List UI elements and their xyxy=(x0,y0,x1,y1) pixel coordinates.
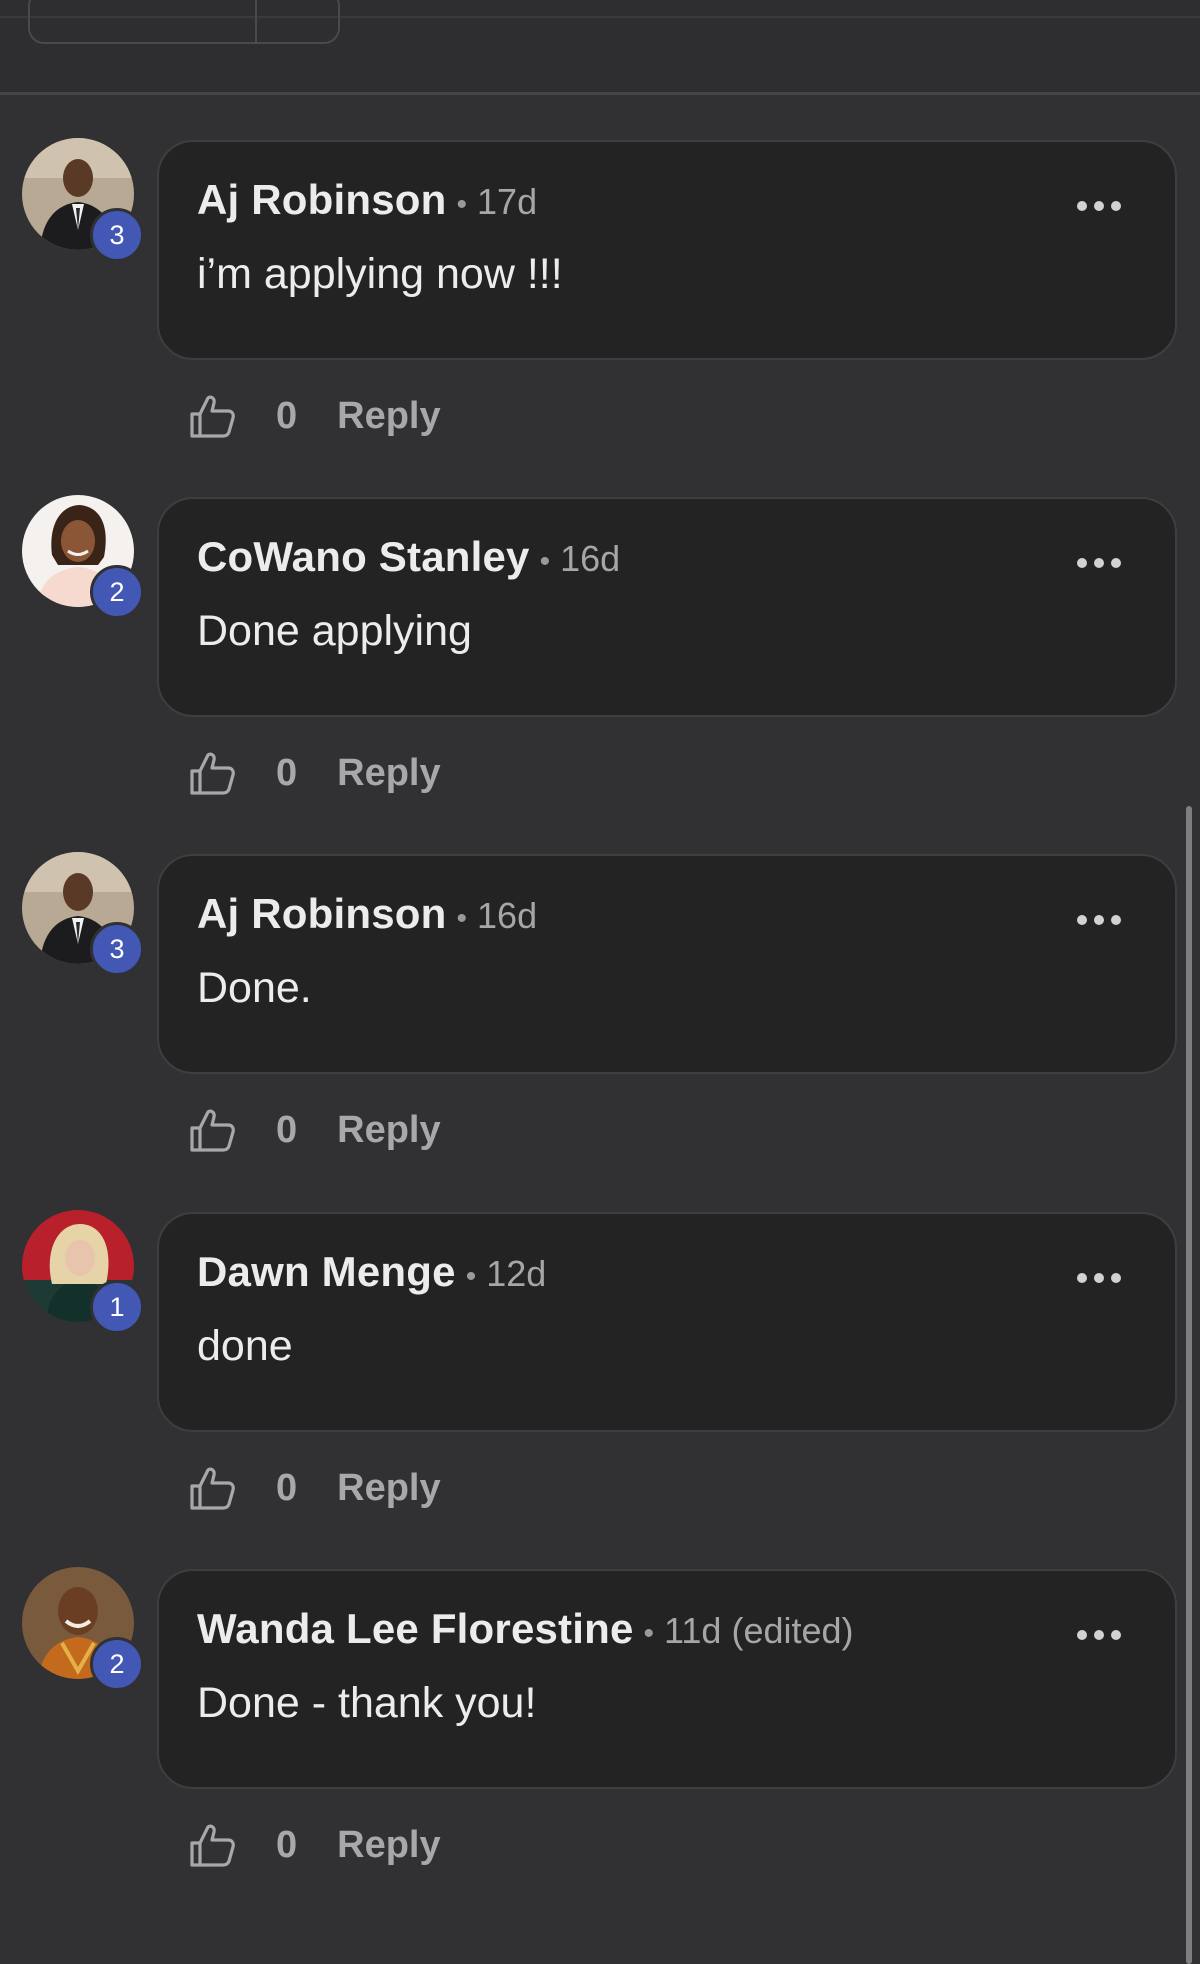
segmented-control[interactable] xyxy=(28,0,340,44)
comment-text: done xyxy=(197,1322,293,1370)
timestamp: 16d xyxy=(477,895,538,936)
reply-button[interactable]: Reply xyxy=(337,1467,440,1510)
like-count: 0 xyxy=(276,1108,298,1151)
comment-actions: 0 Reply xyxy=(186,1458,441,1518)
thumbs-up-icon[interactable] xyxy=(186,1104,238,1156)
comment-actions: 0 Reply xyxy=(186,1815,441,1875)
comment-header: Aj Robinson • 16d xyxy=(197,890,537,938)
user-level-badge: 3 xyxy=(90,208,144,262)
thumbs-up-icon[interactable] xyxy=(186,747,238,799)
comment-bubble: CoWano Stanley • 16d Done applying xyxy=(157,497,1177,717)
separator-dot: • xyxy=(456,188,468,221)
author-name[interactable]: Dawn Menge xyxy=(197,1248,456,1296)
comment-bubble: Dawn Menge • 12d done xyxy=(157,1212,1177,1432)
comment-bubble: Aj Robinson • 16d Done. xyxy=(157,854,1177,1074)
timestamp: 11d xyxy=(664,1610,722,1651)
reply-button[interactable]: Reply xyxy=(337,1109,440,1152)
comment-item: 3 Aj Robinson • 16d Done. 0 Reply xyxy=(0,852,1200,1209)
comment-header: CoWano Stanley • 16d xyxy=(197,533,620,581)
comment-text: Done. xyxy=(197,964,312,1012)
reply-button[interactable]: Reply xyxy=(337,395,440,438)
more-options-icon[interactable] xyxy=(1077,912,1121,928)
timestamp: 17d xyxy=(477,181,538,222)
top-toolbar xyxy=(0,0,1200,95)
timestamp: 16d xyxy=(560,538,621,579)
reply-button[interactable]: Reply xyxy=(337,1824,440,1867)
user-level-badge: 3 xyxy=(90,922,144,976)
author-name[interactable]: CoWano Stanley xyxy=(197,533,530,581)
more-options-icon[interactable] xyxy=(1077,1627,1121,1643)
author-name[interactable]: Wanda Lee Florestine xyxy=(197,1605,634,1653)
like-count: 0 xyxy=(276,1466,298,1509)
separator-dot: • xyxy=(465,1260,477,1293)
scrollbar[interactable] xyxy=(1186,806,1192,1964)
author-name[interactable]: Aj Robinson xyxy=(197,176,447,224)
more-options-icon[interactable] xyxy=(1077,555,1121,571)
comment-text: Done applying xyxy=(197,607,472,655)
separator-dot: • xyxy=(643,1617,655,1650)
edited-label: (edited) xyxy=(731,1610,854,1651)
user-level-badge: 2 xyxy=(90,1637,144,1691)
timestamp: 12d xyxy=(486,1253,547,1294)
like-count: 0 xyxy=(276,1823,298,1866)
comment-actions: 0 Reply xyxy=(186,743,441,803)
comment-text: Done - thank you! xyxy=(197,1679,537,1727)
comment-header: Wanda Lee Florestine • 11d (edited) xyxy=(197,1605,854,1653)
like-count: 0 xyxy=(276,751,298,794)
comment-item: 3 Aj Robinson • 17d i’m applying now !!!… xyxy=(0,138,1200,495)
like-count: 0 xyxy=(276,394,298,437)
comment-actions: 0 Reply xyxy=(186,386,441,446)
comment-item: 1 Dawn Menge • 12d done 0 Reply xyxy=(0,1210,1200,1567)
thumbs-up-icon[interactable] xyxy=(186,1462,238,1514)
separator-dot: • xyxy=(539,545,551,578)
comment-text: i’m applying now !!! xyxy=(197,250,563,298)
comment-actions: 0 Reply xyxy=(186,1100,441,1160)
author-name[interactable]: Aj Robinson xyxy=(197,890,447,938)
more-options-icon[interactable] xyxy=(1077,198,1121,214)
user-level-badge: 1 xyxy=(90,1280,144,1334)
comments-page: 3 Aj Robinson • 17d i’m applying now !!!… xyxy=(0,0,1200,1964)
separator-dot: • xyxy=(456,902,468,935)
more-options-icon[interactable] xyxy=(1077,1270,1121,1286)
comment-item: 2 CoWano Stanley • 16d Done applying 0 R… xyxy=(0,495,1200,852)
thumbs-up-icon[interactable] xyxy=(186,1819,238,1871)
divider xyxy=(255,0,257,42)
comment-header: Dawn Menge • 12d xyxy=(197,1248,546,1296)
comment-bubble: Aj Robinson • 17d i’m applying now !!! xyxy=(157,140,1177,360)
user-level-badge: 2 xyxy=(90,565,144,619)
comment-bubble: Wanda Lee Florestine • 11d (edited) Done… xyxy=(157,1569,1177,1789)
comment-item: 2 Wanda Lee Florestine • 11d (edited) Do… xyxy=(0,1567,1200,1924)
reply-button[interactable]: Reply xyxy=(337,752,440,795)
comment-header: Aj Robinson • 17d xyxy=(197,176,537,224)
thumbs-up-icon[interactable] xyxy=(186,390,238,442)
